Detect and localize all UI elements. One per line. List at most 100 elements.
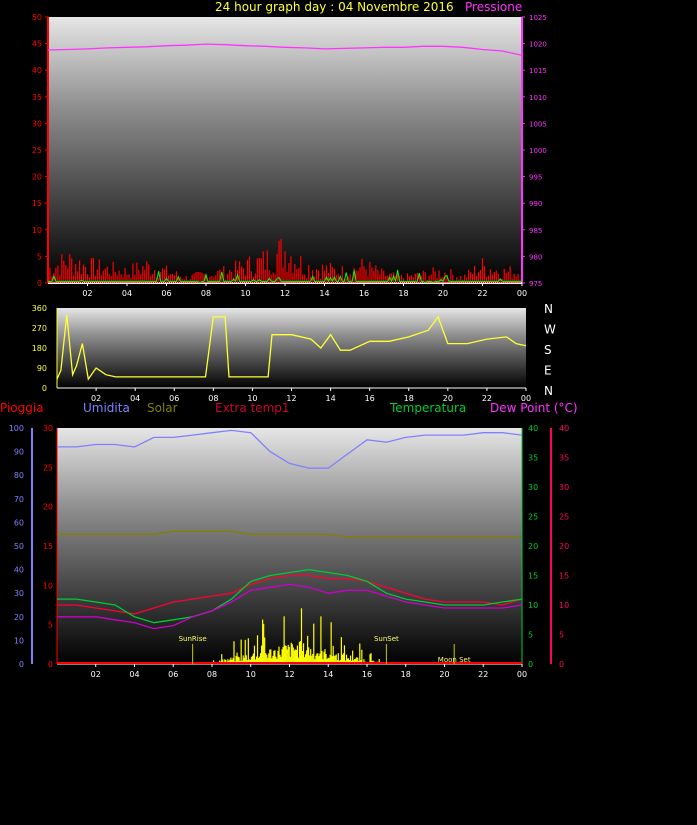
bottom-x-tick-label: 12 (284, 670, 294, 679)
top-x-tick-label: 04 (122, 289, 132, 298)
wind-tick-label: 50 (32, 13, 42, 22)
dew-tick-label: 25 (559, 513, 569, 522)
pressure-axis-title: Pressione (465, 0, 523, 14)
bottom-x-tick-label: 04 (129, 670, 139, 679)
dir-tick-label: 270 (32, 324, 47, 333)
humidity-tick-label: 30 (14, 589, 24, 598)
pressure-tick-label: 1005 (529, 120, 547, 128)
temp-tick-label: 15 (528, 572, 538, 581)
dir-x-tick-label: 16 (365, 394, 375, 403)
dir-tick-label: 90 (37, 364, 47, 373)
humidity-tick-label: 0 (19, 660, 24, 669)
solar-legend: Solar (147, 401, 178, 415)
humidity-tick-label: 70 (14, 495, 24, 504)
rain-tick-label: 5 (48, 621, 53, 630)
weather-graph-page: 0 5 10 15 20 25 30 35 40 45 50 975 980 985 990 995 1000 1… (0, 0, 697, 825)
dew-tick-label: 40 (559, 424, 569, 433)
pressure-tick-label: 995 (529, 174, 542, 182)
dir-compass-label: W (544, 323, 556, 337)
dir-compass-label: E (544, 364, 552, 378)
rain-tick-label: 25 (43, 463, 53, 472)
pressure-tick-label: 975 (529, 280, 542, 288)
pressure-tick-label: 980 (529, 253, 542, 261)
pressure-tick-label: 1000 (529, 147, 547, 155)
wind-tick-label: 25 (32, 146, 42, 155)
dir-tick-label: 0 (42, 384, 47, 393)
temp-tick-label: 10 (528, 601, 538, 610)
pressure-tick-label: 1025 (529, 14, 547, 22)
bottom-x-tick-label: 10 (246, 670, 256, 679)
wind-tick-label: 40 (32, 66, 42, 75)
humidity-legend: Umidita (83, 401, 130, 415)
rain-legend: Pioggia (0, 401, 44, 415)
top-x-tick-label: 20 (438, 289, 448, 298)
temp-tick-label: 25 (528, 513, 538, 522)
humidity-tick-label: 80 (14, 471, 24, 480)
extra-temp-legend: Extra temp1 (215, 401, 290, 415)
top-x-tick-label: 00 (517, 289, 527, 298)
dir-x-tick-label: 04 (130, 394, 140, 403)
sunrise-label: SunRise (179, 635, 207, 643)
temp-tick-label: 30 (528, 483, 538, 492)
dew-tick-label: 5 (559, 631, 564, 640)
top-x-tick-label: 18 (398, 289, 408, 298)
temperature-legend: Temperatura (390, 401, 467, 415)
dir-tick-label: 360 (32, 304, 47, 313)
pressure-tick-label: 1020 (529, 41, 547, 49)
top-x-tick-label: 22 (477, 289, 487, 298)
wind-tick-label: 10 (32, 226, 42, 235)
dir-tick-label: 180 (32, 344, 47, 353)
sunset-label: SunSet (374, 635, 399, 643)
temp-tick-label: 0 (528, 660, 533, 669)
dew-tick-label: 20 (559, 542, 569, 551)
humidity-tick-label: 100 (9, 424, 24, 433)
humidity-tick-label: 20 (14, 613, 24, 622)
bottom-x-tick-label: 02 (91, 670, 101, 679)
humidity-tick-label: 50 (14, 542, 24, 551)
top-x-tick-label: 10 (240, 289, 250, 298)
temp-tick-label: 5 (528, 631, 533, 640)
wind-tick-label: 30 (32, 119, 42, 128)
dir-x-tick-label: 14 (325, 394, 335, 403)
humidity-tick-label: 60 (14, 518, 24, 527)
dew-tick-label: 35 (559, 454, 569, 463)
rain-tick-label: 15 (43, 542, 53, 551)
top-x-tick-label: 08 (201, 289, 211, 298)
top-x-tick-label: 16 (359, 289, 369, 298)
temp-tick-label: 40 (528, 424, 538, 433)
rain-tick-label: 20 (43, 503, 53, 512)
dew-tick-label: 30 (559, 483, 569, 492)
rain-tick-label: 10 (43, 581, 53, 590)
dir-compass-label: N (544, 384, 553, 398)
pressure-tick-label: 985 (529, 227, 542, 235)
top-x-tick-label: 12 (280, 289, 290, 298)
wind-direction-plot (57, 308, 526, 388)
wind-tick-label: 5 (37, 252, 42, 261)
bottom-x-tick-label: 00 (517, 670, 527, 679)
dew-tick-label: 10 (559, 601, 569, 610)
top-x-tick-label: 02 (82, 289, 92, 298)
wind-tick-label: 45 (32, 40, 42, 49)
pressure-tick-label: 1015 (529, 67, 547, 75)
bottom-x-tick-label: 08 (207, 670, 217, 679)
moonset-label: Moon Set (438, 656, 471, 664)
top-x-tick-label: 14 (319, 289, 329, 298)
bottom-x-tick-label: 20 (439, 670, 449, 679)
pressure-tick-label: 1010 (529, 94, 547, 102)
wind-axis-title: Forza vento) (44, 0, 119, 14)
wind-label: Forza vento) (44, 0, 120, 14)
wind-tick-label: 0 (37, 279, 42, 288)
humidity-tick-label: 10 (14, 636, 24, 645)
dew-tick-label: 15 (559, 572, 569, 581)
rain-tick-label: 30 (43, 424, 53, 433)
bottom-x-tick-label: 22 (478, 670, 488, 679)
dew-tick-label: 0 (559, 660, 564, 669)
rain-tick-label: 0 (48, 660, 53, 669)
wind-tick-label: 15 (32, 199, 42, 208)
bottom-x-tick-label: 18 (401, 670, 411, 679)
page-title: 24 hour graph day : 04 Novembre 2016 (215, 0, 454, 14)
dir-compass-label: S (544, 343, 552, 357)
dewpoint-legend: Dew Point (°C) (490, 401, 578, 415)
dir-compass-label: N (544, 302, 553, 316)
wind-pressure-plot (48, 17, 522, 283)
